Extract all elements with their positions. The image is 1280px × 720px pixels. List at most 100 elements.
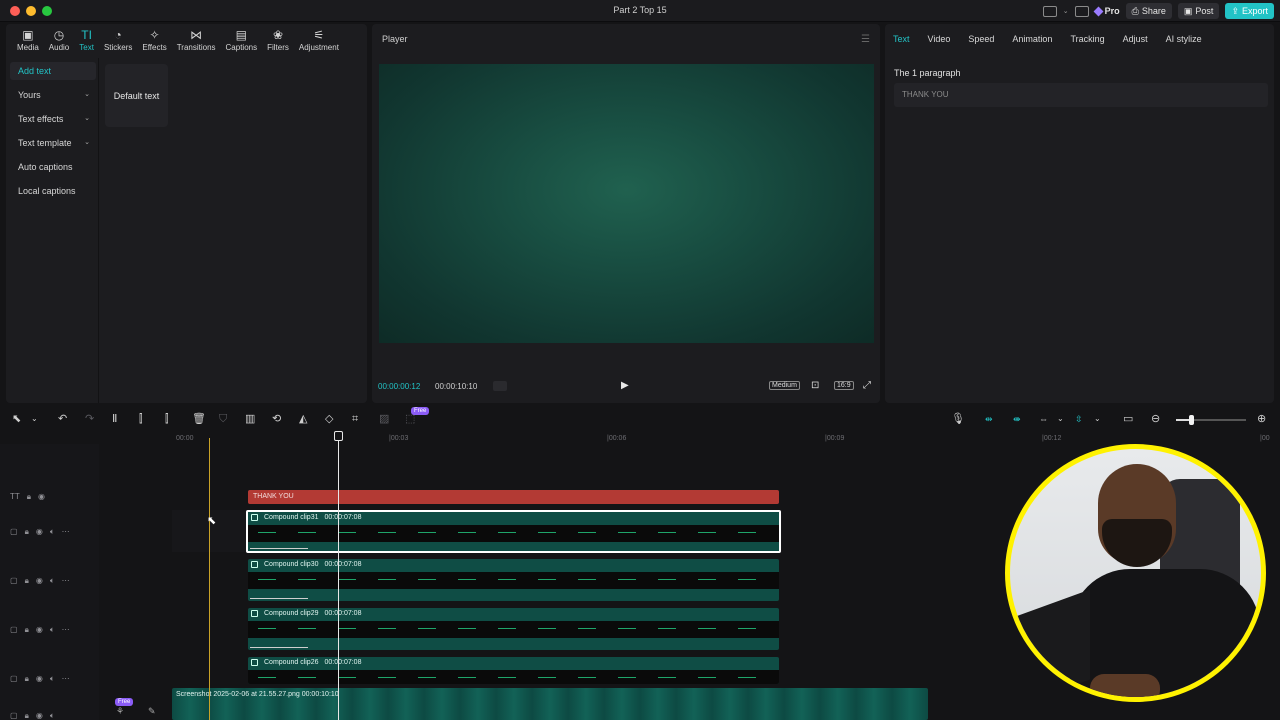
tab-speed[interactable]: Speed xyxy=(968,34,994,44)
main-track-link-icon[interactable]: ⇹ xyxy=(985,412,993,426)
tab-text[interactable]: Text xyxy=(893,34,910,44)
default-text-card[interactable]: Default text xyxy=(105,64,168,127)
visibility-icon[interactable]: ◉ xyxy=(36,674,43,684)
chevron-down-icon[interactable]: ⌄ xyxy=(1063,7,1069,15)
lock-icon[interactable]: 🔒︎ xyxy=(25,576,29,586)
undo-icon[interactable]: ↶ xyxy=(58,412,67,426)
tab-filters[interactable]: ❀ Filters xyxy=(262,24,294,56)
audio-icon[interactable]: 🔈︎ xyxy=(50,576,55,586)
visibility-icon[interactable]: ◉ xyxy=(38,492,45,502)
layout-icon[interactable] xyxy=(1042,5,1057,17)
more-icon[interactable]: ⋯ xyxy=(62,576,70,586)
clip-volume-line[interactable] xyxy=(250,548,308,549)
ai-cover-icon[interactable]: ⚘ xyxy=(116,706,124,717)
split-left-icon[interactable]: ⫿ xyxy=(139,412,143,426)
preview-axis-icon[interactable]: ⇳ xyxy=(1075,412,1083,426)
paragraph-text-field[interactable]: THANK YOU xyxy=(894,83,1268,107)
side-item-local-captions[interactable]: Local captions xyxy=(10,182,96,200)
playhead-handle[interactable] xyxy=(334,431,343,441)
more-icon[interactable]: ⋯ xyxy=(62,674,70,684)
text-clip[interactable]: THANK YOU xyxy=(248,490,779,504)
keyboard-icon[interactable] xyxy=(1074,5,1089,17)
side-item-add-text[interactable]: Add text xyxy=(10,62,96,80)
side-item-auto-captions[interactable]: Auto captions xyxy=(10,158,96,176)
visibility-icon[interactable]: ◉ xyxy=(36,576,43,586)
split-right-icon[interactable]: ⫿ xyxy=(165,412,169,426)
zoom-out-icon[interactable]: ⊖ xyxy=(1151,412,1160,426)
more-icon[interactable]: ⋯ xyxy=(62,527,70,537)
redo-icon[interactable]: ↷ xyxy=(85,412,94,426)
tab-video[interactable]: Video xyxy=(928,34,951,44)
tab-ai-stylize[interactable]: AI stylize xyxy=(1166,34,1202,44)
visibility-icon[interactable]: ◉ xyxy=(36,625,43,635)
auto-snap-icon[interactable]: ⇼ xyxy=(1013,412,1021,426)
compound-clip[interactable]: Compound clip29 00:00:07:08 xyxy=(248,608,779,650)
audio-icon[interactable]: 🔈︎ xyxy=(50,711,55,720)
visibility-icon[interactable]: ◉ xyxy=(36,527,43,537)
export-button[interactable]: ⇪ Export xyxy=(1225,3,1274,19)
side-item-text-template[interactable]: Text template ⌄ xyxy=(10,134,96,152)
tab-adjustment[interactable]: ⚟ Adjustment xyxy=(294,24,344,56)
visibility-icon[interactable]: ◉ xyxy=(36,711,43,720)
compound-clip[interactable]: Compound clip30 00:00:07:08 xyxy=(248,559,779,601)
reverse-icon[interactable]: ⟲ xyxy=(272,412,281,426)
lock-icon[interactable]: 🔒︎ xyxy=(27,492,31,502)
tab-stickers[interactable]: ◔ Stickers xyxy=(99,24,137,56)
more-icon[interactable]: ⋯ xyxy=(62,625,70,635)
ai-edit-icon[interactable]: ▨ xyxy=(379,412,389,426)
crop-icon[interactable]: ⌗ xyxy=(352,412,358,426)
play-button[interactable]: ▶ xyxy=(621,380,629,391)
tab-audio[interactable]: ◷ Audio xyxy=(44,24,74,56)
tab-transitions[interactable]: ⋈ Transitions xyxy=(172,24,221,56)
side-item-yours[interactable]: Yours ⌄ xyxy=(10,86,96,104)
chevron-down-icon[interactable]: ⌄ xyxy=(1094,412,1101,426)
tab-effects[interactable]: ✧ Effects xyxy=(137,24,171,56)
pro-badge[interactable]: Pro xyxy=(1093,6,1120,16)
audio-icon[interactable]: 🔈︎ xyxy=(50,625,55,635)
compound-clip[interactable]: Compound clip26 00:00:07:08 xyxy=(248,657,779,684)
zoom-slider-handle[interactable] xyxy=(1189,415,1194,425)
aspect-ratio-button[interactable]: 16:9 xyxy=(834,381,854,390)
audio-icon[interactable]: 🔈︎ xyxy=(50,527,55,537)
thumbnail-mark xyxy=(618,628,636,629)
mirror-icon[interactable]: ◭ xyxy=(299,412,307,426)
share-button[interactable]: ⎙ Share xyxy=(1125,3,1172,19)
split-icon[interactable]: Ⅱ xyxy=(112,412,117,426)
tab-media[interactable]: ▣ Media xyxy=(12,24,44,56)
filmstrip-icon[interactable] xyxy=(493,381,507,391)
tab-adjust[interactable]: Adjust xyxy=(1123,34,1148,44)
link-icon[interactable]: ⇔ xyxy=(1039,412,1048,426)
edit-cover-icon[interactable]: ✎ xyxy=(148,706,156,717)
lock-icon[interactable]: 🔒︎ xyxy=(25,625,29,635)
microphone-icon[interactable]: 🎙 xyxy=(951,412,965,426)
tab-captions[interactable]: ▤ Captions xyxy=(221,24,263,56)
snapshot-icon[interactable]: ⊡ xyxy=(811,380,819,391)
lock-icon[interactable]: 🔒︎ xyxy=(25,711,29,720)
tab-text[interactable]: TI Text xyxy=(74,24,99,56)
freeze-icon[interactable]: ▥ xyxy=(245,412,255,426)
compound-clip[interactable]: Compound clip31 00:00:07:08 xyxy=(246,510,781,553)
preview-canvas[interactable] xyxy=(379,64,874,343)
audio-icon[interactable]: 🔈︎ xyxy=(50,674,55,684)
fullscreen-icon[interactable]: ⤢ xyxy=(863,380,871,391)
rotate-icon[interactable]: ◇ xyxy=(325,412,333,426)
lock-icon[interactable]: 🔒︎ xyxy=(25,527,29,537)
chevron-down-icon[interactable]: ⌄ xyxy=(1057,412,1064,426)
menu-icon[interactable]: ☰ xyxy=(861,34,870,45)
tab-animation[interactable]: Animation xyxy=(1012,34,1052,44)
clip-volume-line[interactable] xyxy=(250,647,308,648)
tab-tracking[interactable]: Tracking xyxy=(1070,34,1104,44)
playhead-line[interactable] xyxy=(338,438,339,720)
screen-icon[interactable]: ▭ xyxy=(1123,412,1133,426)
lock-icon[interactable]: 🔒︎ xyxy=(25,674,29,684)
post-button[interactable]: ▣ Post xyxy=(1177,3,1220,19)
select-tool-icon[interactable]: ⬉ xyxy=(12,412,21,426)
zoom-in-icon[interactable]: ⊕ xyxy=(1257,412,1266,426)
delete-icon[interactable]: 🗑 xyxy=(192,412,206,426)
side-item-text-effects[interactable]: Text effects ⌄ xyxy=(10,110,96,128)
chevron-down-icon[interactable]: ⌄ xyxy=(31,412,38,426)
shield-icon[interactable]: ⛉ xyxy=(219,412,227,426)
quality-selector[interactable]: Medium xyxy=(769,381,800,390)
title-bar: Part 2 Top 15 ⌄ Pro ⎙ Share ▣ Post ⇪ Export xyxy=(0,0,1280,22)
clip-volume-line[interactable] xyxy=(250,598,308,599)
